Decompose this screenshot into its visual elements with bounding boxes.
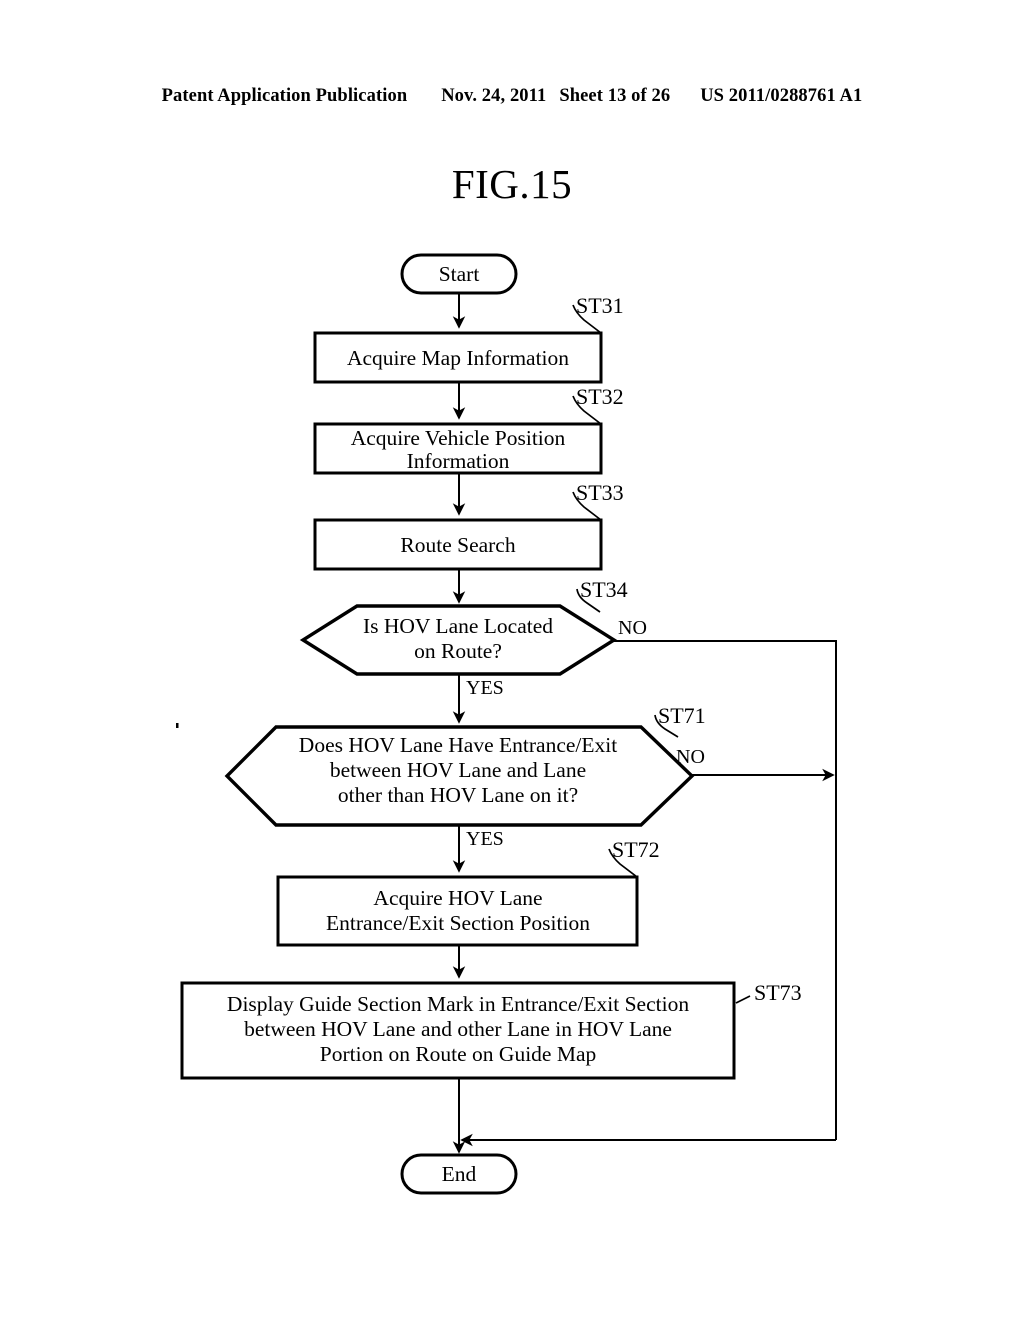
step-id-st33: ST33 bbox=[576, 480, 624, 505]
node-st34: Is HOV Lane Located on Route? bbox=[299, 604, 618, 676]
node-start-label: Start bbox=[439, 262, 480, 286]
node-st31-label-line-1: Acquire Map Information bbox=[347, 346, 569, 370]
node-st71-label-line-3: other than HOV Lane on it? bbox=[338, 783, 578, 807]
node-st73-label-line-2: between HOV Lane and other Lane in HOV L… bbox=[244, 1017, 672, 1041]
step-id-st31: ST31 bbox=[576, 293, 624, 318]
leader-st73 bbox=[735, 995, 751, 1004]
step-id-st73: ST73 bbox=[754, 980, 802, 1005]
node-end-label: End bbox=[442, 1162, 477, 1186]
node-st73-label-line-3: Portion on Route on Guide Map bbox=[320, 1042, 597, 1066]
node-st32: Acquire Vehicle Position Information bbox=[313, 422, 603, 475]
node-st32-label-line-2: Information bbox=[407, 449, 510, 473]
node-st71: Does HOV Lane Have Entrance/Exit between… bbox=[224, 725, 695, 827]
node-st33: Route Search bbox=[313, 518, 603, 571]
node-st71-label-line-2: between HOV Lane and Lane bbox=[330, 758, 586, 782]
node-st72: Acquire HOV Lane Entrance/Exit Section P… bbox=[276, 875, 639, 947]
node-st33-label-line-1: Route Search bbox=[400, 533, 515, 557]
node-st73: Display Guide Section Mark in Entrance/E… bbox=[180, 981, 736, 1080]
node-st72-label-line-1: Acquire HOV Lane bbox=[373, 886, 542, 910]
branch-label-st71-yes: YES bbox=[466, 828, 504, 850]
step-id-st71: ST71 bbox=[658, 703, 706, 728]
node-st73-label-line-1: Display Guide Section Mark in Entrance/E… bbox=[227, 992, 689, 1016]
node-st34-label-line-2: on Route? bbox=[414, 639, 502, 663]
branch-label-st34-no: NO bbox=[618, 617, 647, 639]
step-id-st34: ST34 bbox=[580, 577, 628, 602]
scan-artifact-speck bbox=[176, 723, 179, 728]
patent-figure-page: Patent Application Publication Nov. 24, … bbox=[0, 0, 1024, 1320]
node-st32-label-line-1: Acquire Vehicle Position bbox=[351, 426, 566, 450]
branch-label-st34-yes: YES bbox=[466, 677, 504, 699]
node-start: Start bbox=[400, 253, 518, 295]
node-st72-label-line-2: Entrance/Exit Section Position bbox=[326, 911, 590, 935]
node-st34-label-line-1: Is HOV Lane Located bbox=[363, 614, 553, 638]
branch-label-st71-no: NO bbox=[676, 746, 705, 768]
step-id-st32: ST32 bbox=[576, 384, 624, 409]
node-end: End bbox=[400, 1153, 518, 1195]
node-st31: Acquire Map Information bbox=[313, 331, 603, 384]
step-id-st72: ST72 bbox=[612, 837, 660, 862]
flowchart-diagram: Start Acquire Map Information ST31 Acqui… bbox=[176, 253, 837, 1195]
node-st71-label-line-1: Does HOV Lane Have Entrance/Exit bbox=[299, 733, 617, 757]
